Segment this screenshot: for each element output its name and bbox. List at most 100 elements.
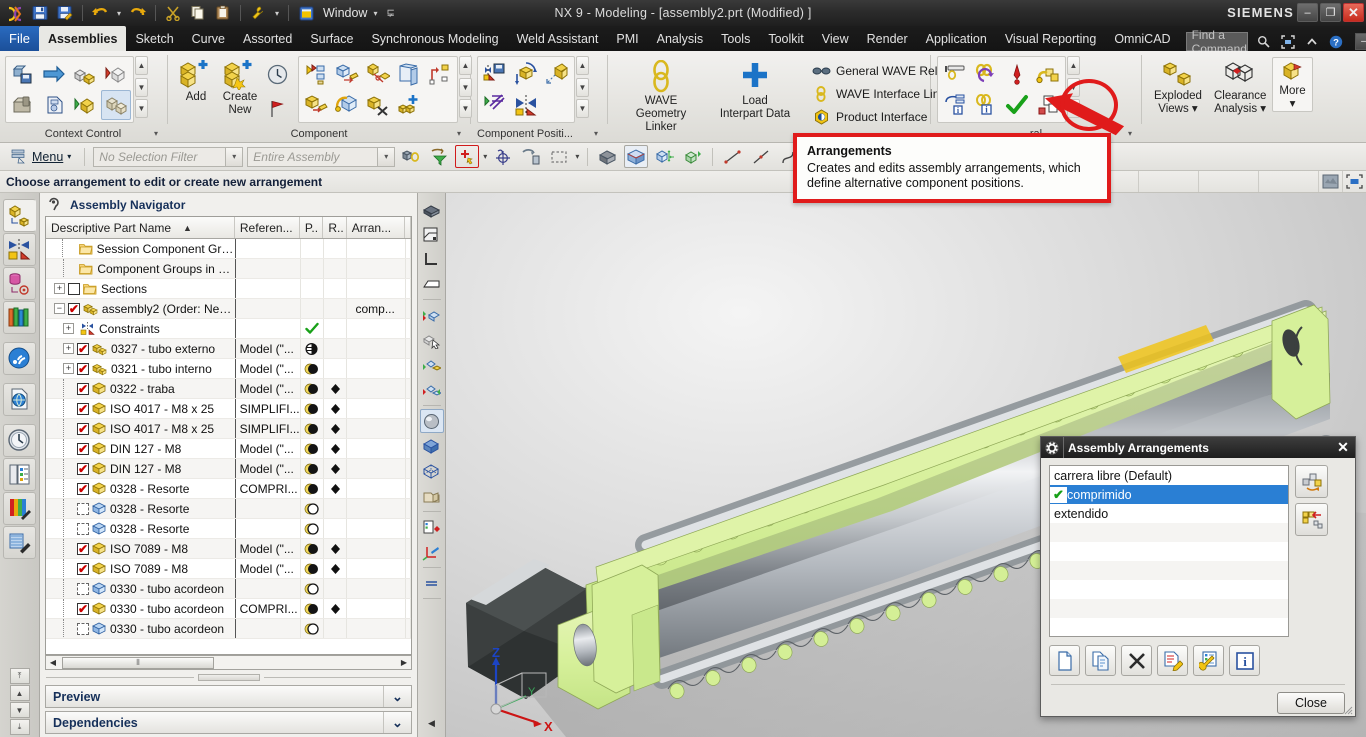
scroll-up-button[interactable]: ▲ [459,56,472,75]
table-row[interactable]: + Sections [46,279,411,299]
resource-tab-constraint-navigator[interactable] [3,233,36,266]
row-checkbox[interactable]: ✔ [77,602,89,615]
rotate-component-icon[interactable] [511,59,541,89]
create-assembly-clone-icon[interactable] [394,59,424,89]
tab-surface[interactable]: Surface [301,26,362,51]
tree-header-row[interactable]: Descriptive Part Name ▲ Referen... P.. R… [46,217,411,239]
scroll-down-button[interactable]: ▼ [459,77,472,97]
row-checkbox[interactable]: ✔ [67,302,80,315]
shaded-display-icon[interactable] [596,145,620,168]
tab-view[interactable]: View [813,26,858,51]
arrangement-list-item[interactable]: extendido [1050,504,1288,523]
arrangement-list-item[interactable]: carrera libre (Default) [1050,466,1288,485]
exploded-views-button[interactable]: Exploded Views ▾ [1148,57,1208,116]
assembly-constraints-icon[interactable] [363,59,393,89]
row-checkbox[interactable] [77,502,89,515]
column-header-arrangement[interactable]: Arran... [347,217,406,238]
select-general-objects-icon[interactable] [399,145,423,168]
more-view-options-icon[interactable] [420,571,444,595]
resource-tab-system-materials[interactable] [3,492,36,525]
find-command-input[interactable]: Find a Command [1185,28,1248,56]
group-dialog-launcher-icon[interactable]: ▾ [594,129,598,138]
clearance-analysis-button[interactable]: Clearance Analysis ▾ [1208,57,1272,116]
scroll-right-button[interactable]: ▶ [397,656,411,669]
ribbon-tab-bar[interactable]: File Assemblies Sketch Curve Assorted Su… [0,26,1366,56]
mirror-position-icon[interactable] [511,90,541,120]
menu-button[interactable]: Menu ▾ [6,147,76,166]
rename-arrangement-button[interactable] [1157,645,1188,676]
resource-tab-reuse-library[interactable] [3,301,36,334]
minimize-document-button[interactable]: – [1354,33,1366,50]
tree-horizontal-scrollbar[interactable]: ◀ ⦀ ▶ [45,655,412,670]
arrangement-tool-buttons[interactable]: i [1041,637,1355,676]
help-icon[interactable]: ? [1326,32,1346,51]
snap-point-dropdown-icon[interactable]: ▾ [483,152,487,161]
ribbon[interactable]: ▲ ▼ ▼ Context Control ▾ Add Create New ▲… [0,51,1366,150]
wave-geometry-linker-button[interactable]: WAVE Geometry Linker [614,58,708,134]
dependencies-section[interactable]: Dependencies ⌄ [45,711,412,734]
preview-section[interactable]: Preview ⌄ [45,685,412,708]
tab-assemblies[interactable]: Assemblies [38,26,127,51]
work-part-save-icon[interactable] [8,59,38,89]
quick-access-toolbar[interactable]: ▾ ▾ Window ▾ ⋤ [0,3,395,23]
arrangement-empty-row[interactable] [1050,542,1288,561]
column-header-required[interactable]: R.. [323,217,347,238]
component-flag-icon[interactable] [262,93,292,123]
swap-visibility-icon[interactable] [420,378,444,402]
assembly-history-icon[interactable] [262,59,292,89]
close-window-button[interactable]: ✕ [1343,3,1364,22]
table-row[interactable]: ✔ ISO 7089 - M8 Model ("... [46,539,411,559]
row-checkbox[interactable]: ✔ [77,542,89,555]
interface-browser-icon[interactable]: i [940,90,970,120]
row-checkbox[interactable]: ✔ [77,442,89,455]
restore-window-button[interactable]: ❐ [1320,3,1341,22]
window-menu-icon[interactable] [295,3,317,23]
tab-pmi[interactable]: PMI [607,26,647,51]
display-parent-icon[interactable] [39,59,69,89]
scroll-up-button[interactable]: ▲ [1067,56,1080,75]
column-header-extra[interactable] [405,217,411,238]
row-checkbox[interactable] [77,622,89,635]
studio-render-icon[interactable] [420,484,444,508]
table-row[interactable]: 0328 - Resorte [46,519,411,539]
select-region-icon[interactable] [1318,171,1342,192]
table-row[interactable]: ✔ ISO 4017 - M8 x 25 SIMPLIFI... [46,419,411,439]
show-hidden-icon[interactable] [420,303,444,327]
shaded-with-edges-render-icon[interactable] [420,434,444,458]
create-new-component-button[interactable]: Create New [218,56,262,117]
selection-scope-dropdown[interactable]: Entire Assembly ▾ [247,146,396,167]
customize-dropdown-icon[interactable]: ▾ [272,3,282,23]
tree-expander-icon[interactable]: + [54,283,65,294]
scroll-top-button[interactable]: ⤒ [9,668,30,684]
fit-view-icon[interactable] [652,145,676,168]
selection-filter-icon[interactable] [427,145,451,168]
tree-expander-icon[interactable]: − [53,303,65,314]
table-row[interactable]: ✔ ISO 4017 - M8 x 25 SIMPLIFI... [46,399,411,419]
undo-dropdown-icon[interactable]: ▾ [114,3,124,23]
datum-line-icon[interactable] [749,145,773,168]
tab-visual-reporting[interactable]: Visual Reporting [996,26,1106,51]
ribbon-group-context-control[interactable]: ▲ ▼ ▼ Context Control ▾ [0,51,166,142]
customize-icon[interactable] [247,3,269,23]
arrangement-side-buttons[interactable] [1295,465,1328,637]
arrangement-list-item[interactable]: ✔ comprimido [1050,485,1288,504]
scroll-down-button[interactable]: ▼ [576,77,589,97]
row-checkbox[interactable]: ✔ [77,562,89,575]
row-checkbox[interactable]: ✔ [77,462,89,475]
table-row[interactable]: ✔ DIN 127 - M8 Model ("... [46,459,411,479]
table-row[interactable]: + Constraints [46,319,411,339]
chevron-down-icon[interactable]: ⌄ [383,712,411,733]
row-checkbox[interactable]: ✔ [77,422,89,435]
arrangements-icon[interactable] [1033,59,1063,89]
edit-arrangement-button[interactable] [1193,645,1224,676]
resize-grip-icon[interactable] [1343,705,1353,715]
hide-component-icon[interactable] [101,59,131,89]
reorder-arrangements-button[interactable] [1295,465,1328,498]
wave-information-icon[interactable]: i [971,90,1001,120]
table-row[interactable]: Component Groups in Part [46,259,411,279]
assembly-tree-rows[interactable]: Session Component Groups Component Groups… [46,239,411,654]
wireframe-render-icon[interactable] [420,459,444,483]
show-by-proximity-icon[interactable] [101,90,131,120]
table-row[interactable]: ✔ 0328 - Resorte COMPRI... [46,479,411,499]
scroll-up-button[interactable]: ▲ [576,56,589,75]
